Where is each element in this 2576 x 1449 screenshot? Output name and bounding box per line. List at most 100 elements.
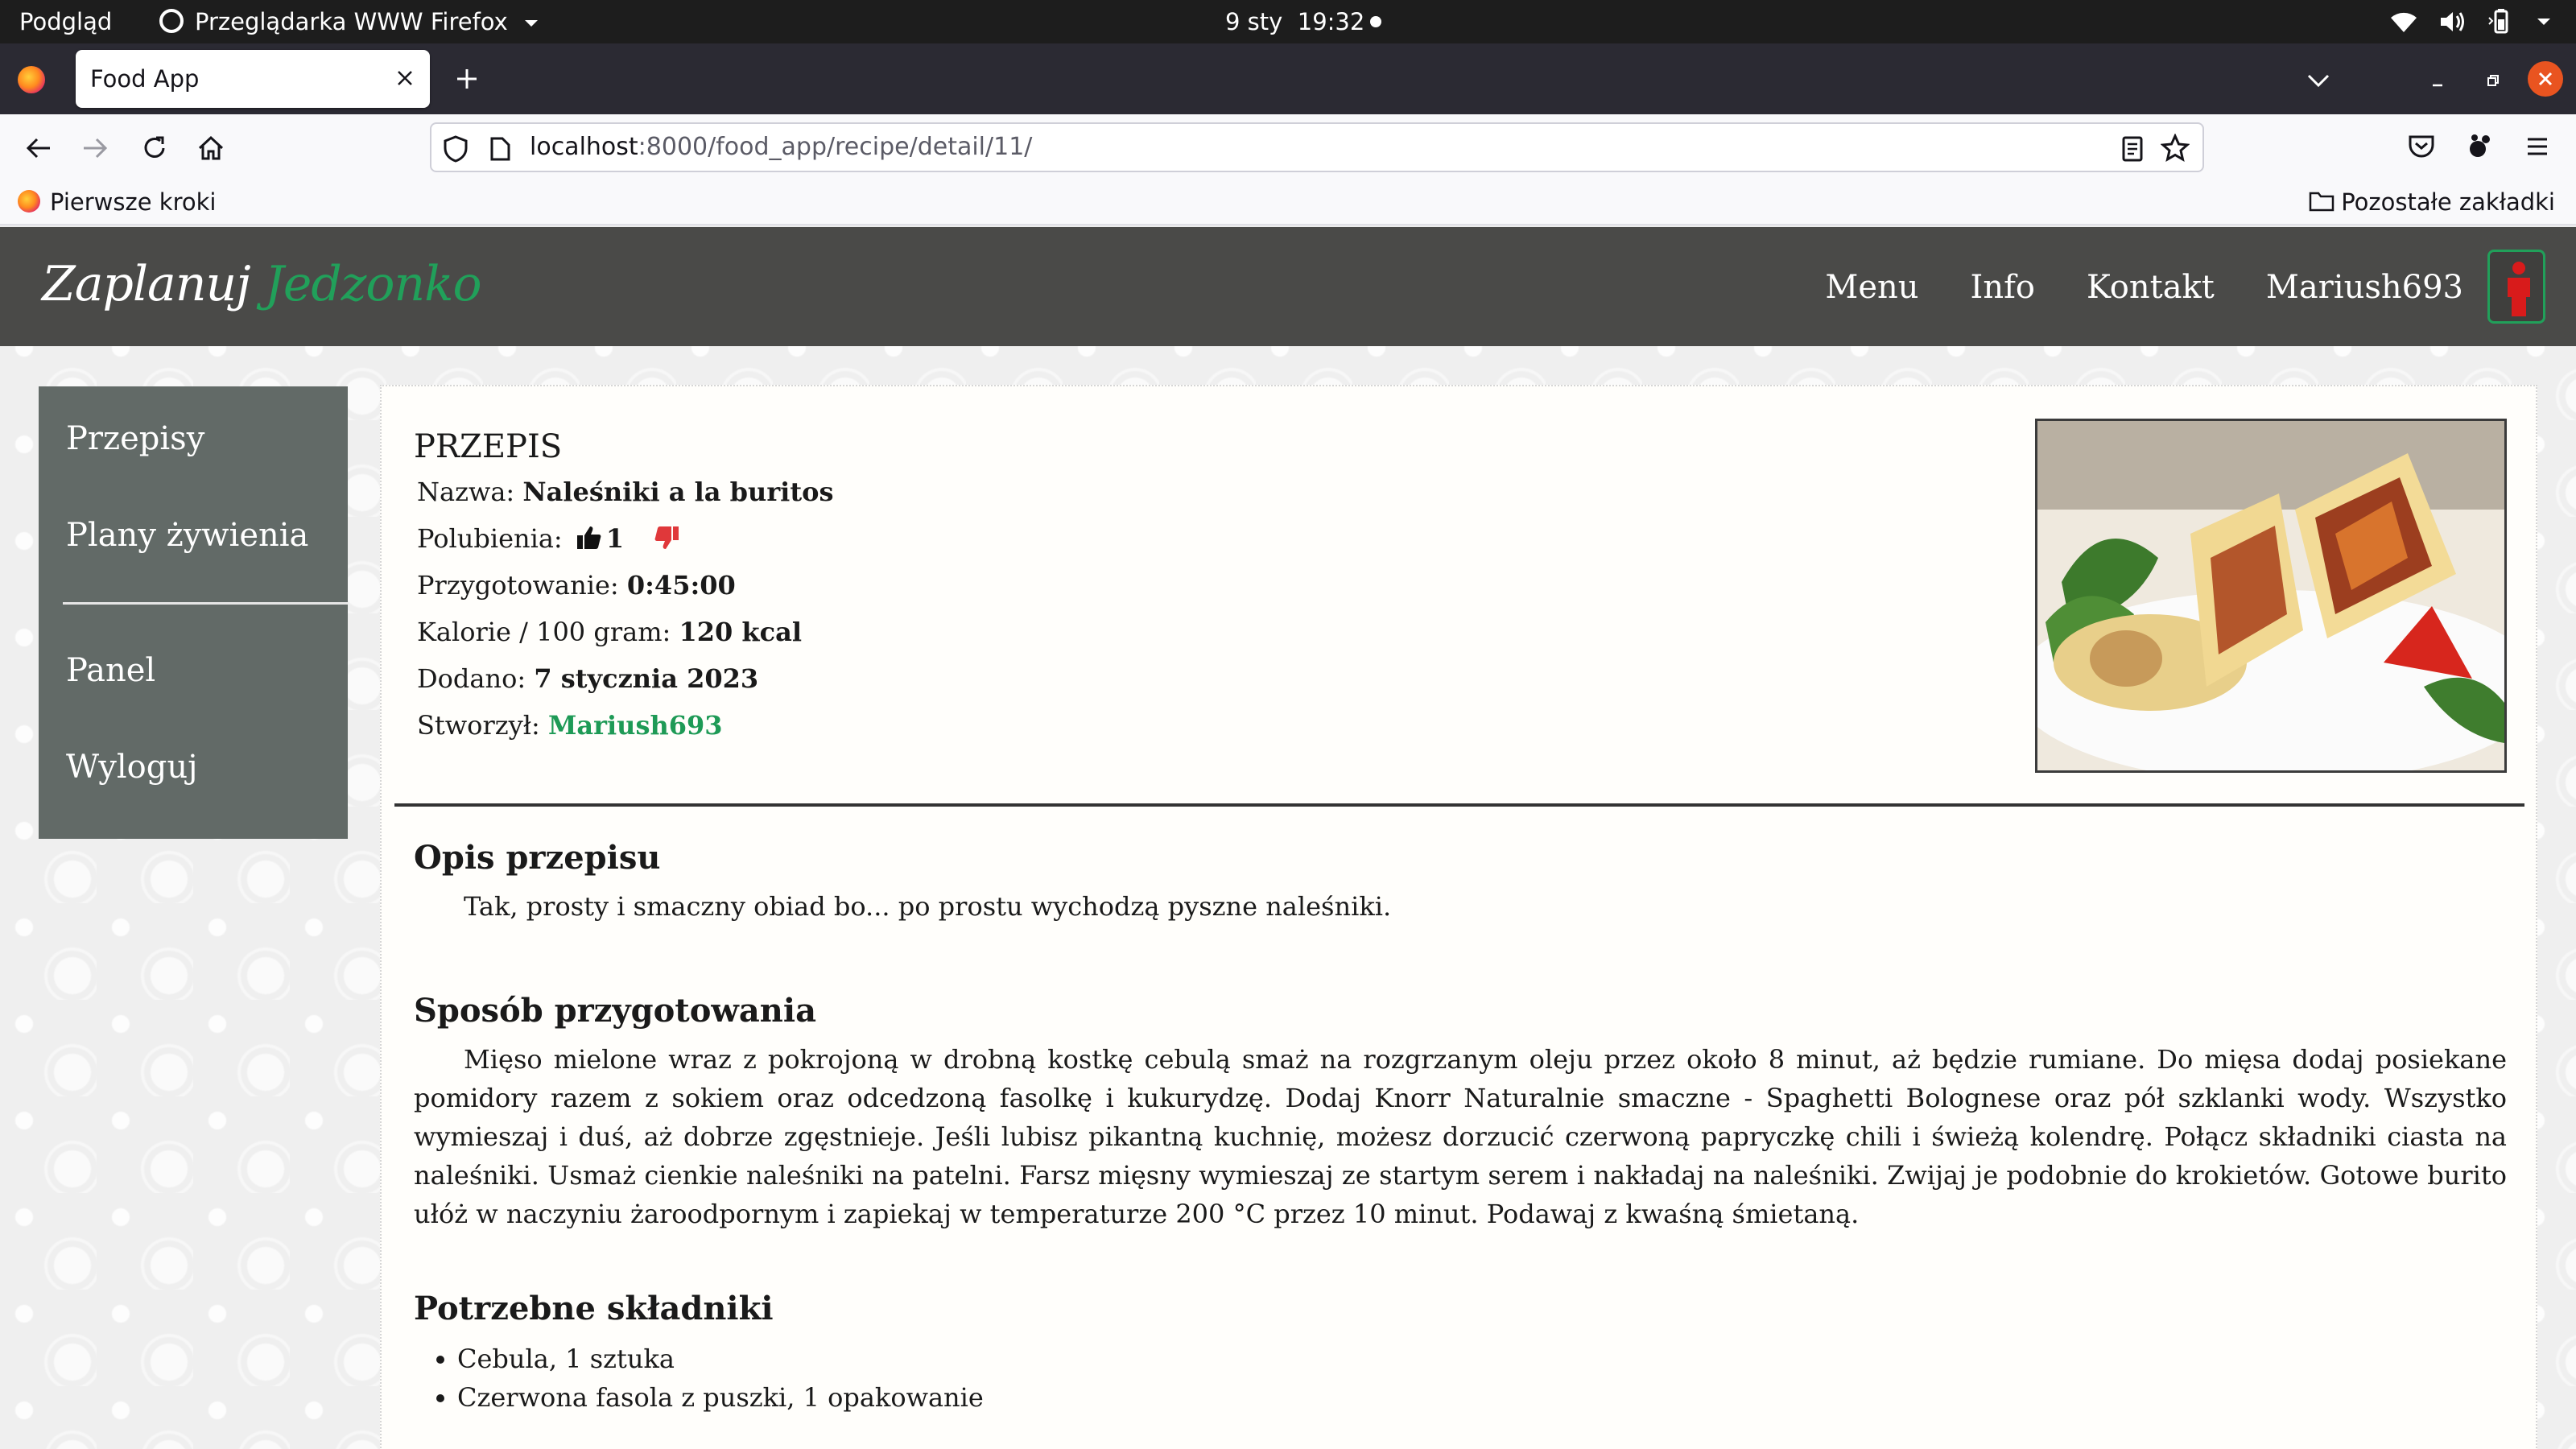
bookmark-getting-started[interactable]: Pierwsze kroki	[18, 180, 216, 224]
recipe-name-label: Nazwa:	[417, 477, 515, 507]
close-window-button[interactable]	[2528, 61, 2563, 97]
web-page: Zaplanuj Jedzonko Menu Info Kontakt Mari…	[0, 227, 2576, 1449]
user-icon	[2508, 262, 2530, 316]
extensions-puzzle-icon[interactable]	[2462, 129, 2497, 164]
minimize-icon[interactable]	[2421, 64, 2454, 97]
notification-dot	[1370, 16, 1381, 27]
recipe-added-row: Dodano: 7 stycznia 2023	[417, 663, 758, 694]
nav-user-link[interactable]: Mariush693	[2266, 269, 2463, 306]
bookmarks-toolbar: Pierwsze kroki Pozostałe zakładki	[0, 180, 2576, 225]
logo-part-1: Zaplanuj	[42, 256, 251, 312]
recipe-author-row: Stworzył: Mariush693	[417, 710, 723, 741]
recipe-detail: PRZEPIS Nazwa: Naleśniki a la buritos Po…	[380, 385, 2537, 1449]
reader-view-icon[interactable]	[2120, 135, 2145, 163]
recipe-photo	[2035, 419, 2507, 773]
recipe-kcal-row: Kalorie / 100 gram: 120 kcal	[417, 617, 802, 647]
recipe-prep-row: Przygotowanie: 0:45:00	[417, 570, 736, 601]
os-top-bar: Podgląd Przeglądarka WWW Firefox 9 sty 1…	[0, 0, 2576, 43]
ingredients-title: Potrzebne składniki	[414, 1290, 774, 1327]
page-info-icon[interactable]	[488, 135, 512, 163]
recipe-heading: PRZEPIS	[414, 428, 563, 465]
description-title: Opis przepisu	[414, 839, 661, 877]
tracking-protection-shield-icon[interactable]	[443, 135, 469, 163]
sidebar-item-logout[interactable]: Wyloguj	[66, 749, 197, 786]
method-title: Sposób przygotowania	[414, 992, 816, 1030]
bookmark-star-icon[interactable]	[2161, 134, 2190, 163]
system-tray[interactable]	[2389, 0, 2552, 43]
browser-tab-strip: Food App	[0, 43, 2576, 114]
folder-icon	[2309, 192, 2334, 212]
firefox-bookmark-icon	[18, 190, 40, 213]
other-bookmarks-label: Pozostałe zakładki	[2341, 188, 2555, 216]
other-bookmarks[interactable]: Pozostałe zakładki	[2309, 180, 2555, 224]
description-text: Tak, prosty i smaczny obiad bo... po pro…	[464, 891, 1392, 922]
list-item: Czerwona fasola z puszki, 1 opakowanie	[433, 1378, 984, 1417]
unused-spacer	[1616, 64, 1649, 97]
firefox-view-icon[interactable]	[18, 66, 45, 93]
author-link[interactable]: Mariush693	[548, 710, 723, 741]
reload-icon[interactable]	[137, 130, 172, 166]
list-item: Cebula, 1 sztuka	[433, 1340, 984, 1378]
hamburger-menu-icon[interactable]	[2520, 129, 2555, 164]
user-avatar-button[interactable]	[2487, 250, 2545, 324]
prep-time: 0:45:00	[626, 570, 736, 601]
list-all-tabs-chevron-icon[interactable]	[2302, 64, 2334, 97]
site-navigation: Menu Info Kontakt Mariush693	[1825, 259, 2463, 316]
address-bar[interactable]: localhost:8000/food_app/recipe/detail/11…	[430, 122, 2204, 172]
new-tab-plus-icon[interactable]	[451, 63, 483, 95]
clock[interactable]: 9 sty 19:32	[1225, 0, 1364, 43]
thumbs-up-icon[interactable]	[576, 524, 603, 551]
browser-navigation-bar: localhost:8000/food_app/recipe/detail/11…	[0, 114, 2576, 180]
close-tab-icon[interactable]	[394, 68, 415, 89]
added-date: 7 stycznia 2023	[534, 663, 759, 694]
url-text[interactable]: localhost:8000/food_app/recipe/detail/11…	[530, 124, 1032, 171]
sidebar-item-panel[interactable]: Panel	[66, 652, 155, 689]
site-logo[interactable]: Zaplanuj Jedzonko	[42, 248, 482, 320]
close-window-icon	[2538, 72, 2553, 86]
nav-contact-link[interactable]: Kontakt	[2087, 269, 2215, 306]
volume-icon	[2441, 12, 2464, 31]
forward-arrow-icon[interactable]	[77, 130, 113, 166]
battery-icon	[2488, 9, 2508, 34]
sidebar-item-meal-plans[interactable]: Plany żywienia	[66, 517, 308, 554]
app-menu[interactable]: Przeglądarka WWW Firefox	[159, 0, 539, 43]
ingredients-list: Cebula, 1 sztuka Czerwona fasola z puszk…	[433, 1340, 984, 1417]
nav-info-link[interactable]: Info	[1971, 269, 2035, 306]
sidebar: Przepisy Plany żywienia Panel Wyloguj	[39, 386, 348, 839]
clock-time: 19:32	[1297, 8, 1365, 35]
pocket-icon[interactable]	[2404, 129, 2439, 164]
recipe-name: Naleśniki a la buritos	[522, 477, 834, 507]
section-divider	[394, 803, 2524, 807]
added-label: Dodano:	[417, 663, 526, 694]
recipe-likes-row: Polubienia: 1	[417, 523, 680, 555]
kcal-value: 120 kcal	[679, 617, 802, 647]
recipe-photo-illustration	[2037, 421, 2504, 770]
site-header: Zaplanuj Jedzonko Menu Info Kontakt Mari…	[0, 227, 2576, 346]
url-path: :8000/food_app/recipe/detail/11/	[638, 133, 1033, 161]
sidebar-item-recipes[interactable]: Przepisy	[66, 420, 204, 457]
restore-icon[interactable]	[2476, 64, 2508, 97]
app-menu-label: Przeglądarka WWW Firefox	[195, 8, 508, 35]
prep-label: Przygotowanie:	[417, 570, 619, 601]
wifi-icon	[2391, 12, 2417, 32]
sidebar-divider	[63, 602, 348, 605]
firefox-app-icon	[159, 9, 184, 33]
system-menu-chevron-icon	[2537, 19, 2550, 25]
activities-button[interactable]: Podgląd	[19, 0, 112, 43]
chevron-down-icon	[525, 20, 539, 27]
recipe-name-row: Nazwa: Naleśniki a la buritos	[417, 477, 833, 507]
tab-title: Food App	[90, 65, 200, 93]
url-host: localhost	[530, 133, 638, 161]
kcal-label: Kalorie / 100 gram:	[417, 617, 671, 647]
author-label: Stworzył:	[417, 710, 540, 741]
back-arrow-icon[interactable]	[21, 130, 56, 166]
nav-menu-link[interactable]: Menu	[1825, 269, 1918, 306]
tab-food-app[interactable]: Food App	[76, 50, 430, 108]
likes-count: 1	[605, 523, 625, 554]
likes-label: Polubienia:	[417, 523, 563, 554]
logo-part-2: Jedzonko	[264, 256, 482, 312]
method-text: Mięso mielone wraz z pokrojoną w drobną …	[414, 1044, 2507, 1229]
thumbs-down-icon[interactable]	[653, 524, 680, 551]
home-icon[interactable]	[193, 130, 229, 166]
bookmark-label: Pierwsze kroki	[50, 188, 217, 216]
